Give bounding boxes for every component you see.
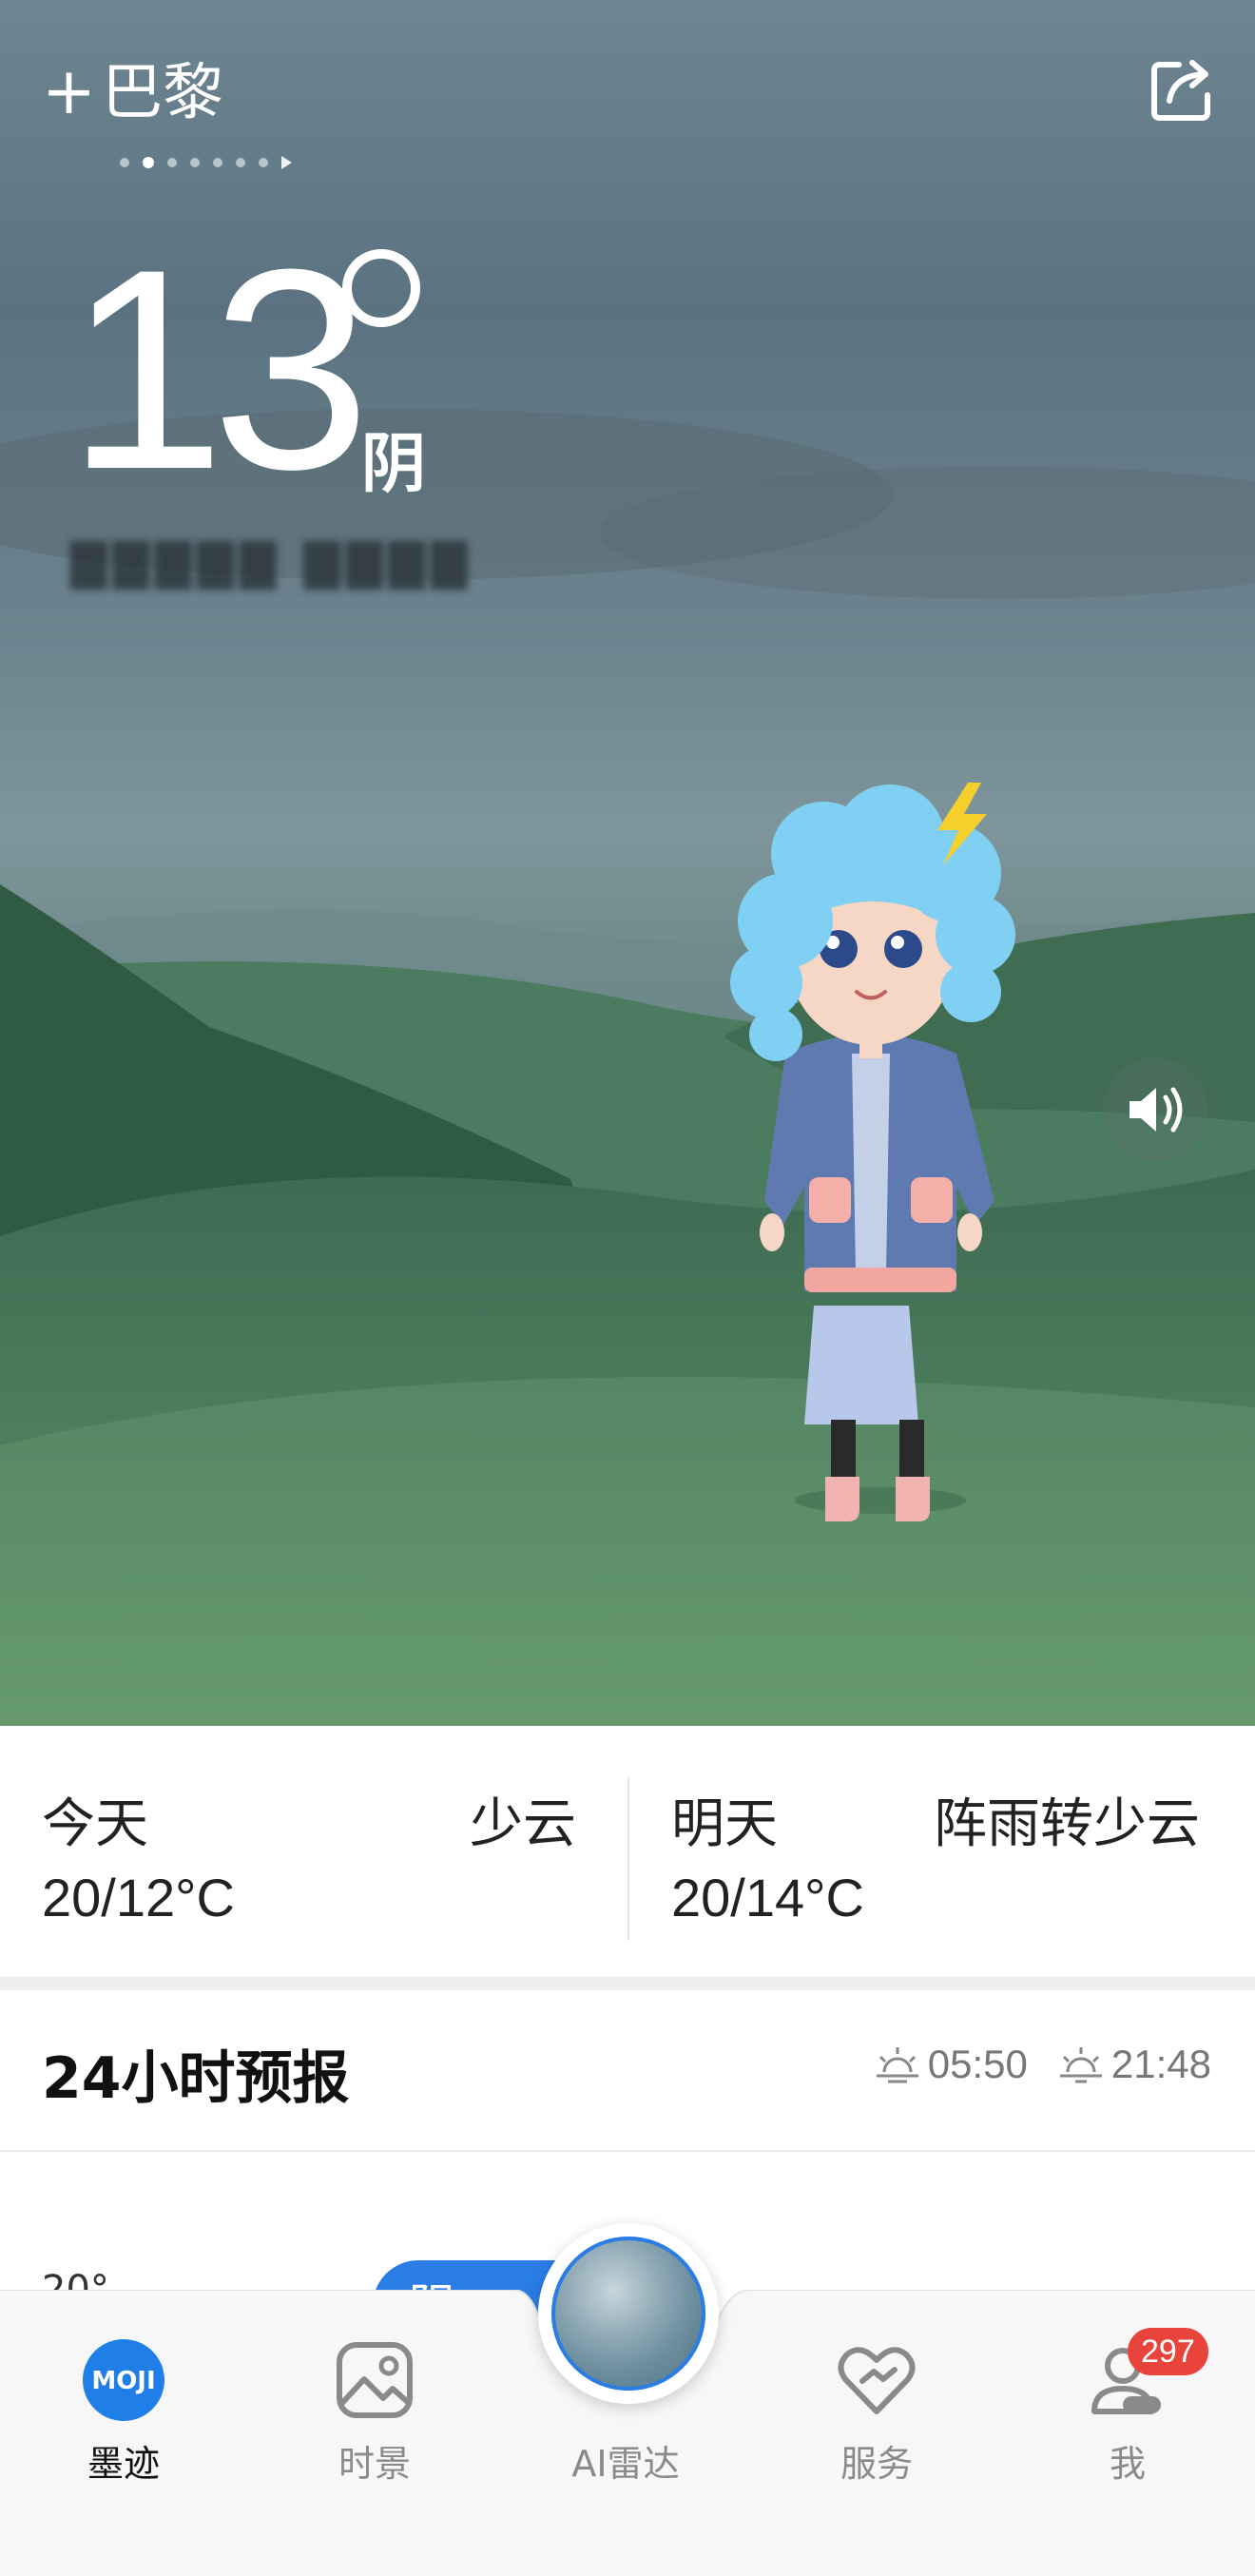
tab-label-me: 我 xyxy=(1109,2443,1146,2485)
speaker-icon xyxy=(1130,1087,1183,1133)
share-button[interactable] xyxy=(1147,55,1217,126)
location-arrow-icon xyxy=(281,156,292,169)
page-dot xyxy=(190,158,200,167)
sunset-time: 21:48 xyxy=(1110,2042,1211,2086)
today-condition: 少云 xyxy=(470,1793,576,1855)
page-dot xyxy=(259,158,268,167)
tab-label-scenes: 时景 xyxy=(338,2443,411,2485)
weather-hero: +巴黎 13 阴 ▇▇▇▇▇ ▇▇▇▇ xyxy=(0,0,1255,1726)
sunset-icon xyxy=(1059,2047,1102,2083)
tab-scenes[interactable]: 时景 xyxy=(280,2337,470,2487)
weather-character-avatar[interactable] xyxy=(719,778,1023,1539)
page-dot xyxy=(167,158,177,167)
sun-times: 05:50 21:48 xyxy=(844,2042,1211,2087)
page-indicator xyxy=(120,156,292,169)
tab-moji[interactable]: MOJI 墨迹 xyxy=(29,2337,219,2487)
service-heart-icon xyxy=(834,2337,919,2423)
sunrise-item: 05:50 xyxy=(873,2042,1028,2087)
page-dot-active xyxy=(143,157,154,168)
tab-services[interactable]: 服务 xyxy=(782,2337,972,2487)
degree-symbol xyxy=(342,249,420,327)
blurred-weather-info: ▇▇▇▇▇ ▇▇▇▇ xyxy=(70,534,473,590)
page-dot xyxy=(120,158,129,167)
today-temps: 20/12°C xyxy=(42,1868,235,1927)
sunset-item: 21:48 xyxy=(1056,2042,1211,2087)
share-icon xyxy=(1151,60,1210,121)
tomorrow-label: 明天 xyxy=(671,1793,778,1855)
notification-badge: 297 xyxy=(1128,2328,1208,2375)
forecast-divider xyxy=(0,2150,1255,2152)
page-dot xyxy=(213,158,222,167)
hourly-forecast-title: 24小时预报 xyxy=(42,2045,350,2112)
tab-label-moji: 墨迹 xyxy=(87,2443,160,2485)
city-name: 巴黎 xyxy=(101,58,223,128)
ai-radar-button[interactable] xyxy=(538,2223,719,2404)
tab-label-services: 服务 xyxy=(840,2443,913,2485)
sunrise-icon xyxy=(876,2047,918,2083)
photo-icon xyxy=(332,2337,417,2423)
section-gap xyxy=(0,1977,1255,1990)
tomorrow-condition: 阵雨转少云 xyxy=(934,1793,1200,1855)
add-city-button[interactable]: +巴黎 xyxy=(42,58,223,128)
sound-button[interactable] xyxy=(1103,1057,1207,1162)
radar-icon xyxy=(551,2237,705,2391)
page-dot xyxy=(236,158,245,167)
daily-summary[interactable]: 今天 少云 20/12°C 明天 阵雨转少云 20/14°C xyxy=(0,1726,1255,1977)
current-temperature: 13 xyxy=(67,209,371,529)
add-icon: + xyxy=(42,54,96,129)
moji-logo-text: MOJI xyxy=(91,2367,155,2395)
tomorrow-temps: 20/14°C xyxy=(671,1868,864,1927)
current-condition: 阴 xyxy=(361,427,427,502)
tab-label-radar: AI雷达 xyxy=(571,2443,680,2485)
sunrise-time: 05:50 xyxy=(927,2042,1028,2086)
today-label: 今天 xyxy=(42,1793,148,1855)
moji-logo-icon: MOJI xyxy=(81,2337,166,2423)
summary-divider xyxy=(628,1777,629,1941)
